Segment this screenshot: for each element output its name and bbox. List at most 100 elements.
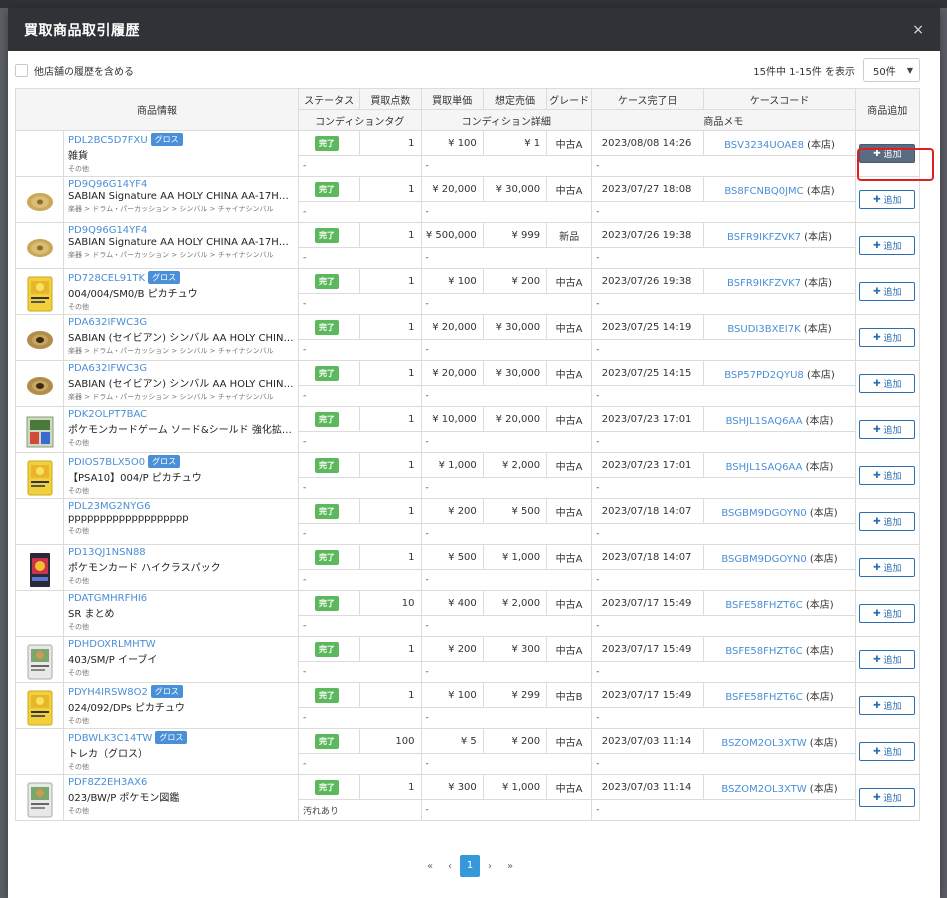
add-button[interactable]: ✚ 追加 bbox=[859, 420, 916, 439]
product-code-link[interactable]: PDBWLK3C14TW bbox=[68, 733, 152, 744]
product-code-link[interactable]: PDATGMHRFHI6 bbox=[68, 593, 147, 604]
add-button[interactable]: ✚ 追加 bbox=[859, 328, 916, 347]
product-code-link[interactable]: PDA632IFWC3G bbox=[68, 363, 147, 374]
status-badge: 完了 bbox=[314, 411, 339, 427]
case-code-link[interactable]: BSFE58FHZT6C bbox=[725, 600, 802, 611]
unit-price-cell: ¥ 200 bbox=[420, 636, 484, 662]
condition-tag-cell: 汚れあり bbox=[297, 799, 422, 821]
product-code-link[interactable]: PD9Q96G14YF4 bbox=[68, 179, 147, 190]
page-first[interactable]: « bbox=[420, 861, 440, 872]
include-other-stores-toggle[interactable]: 他店舗の履歴を含める bbox=[15, 63, 134, 78]
page-last[interactable]: » bbox=[500, 861, 520, 872]
condition-tag-cell: - bbox=[297, 569, 422, 591]
case-code-cell: BSGBM9DGOYN0 (本店) bbox=[703, 498, 856, 524]
product-thumbnail bbox=[15, 176, 64, 223]
case-code-link[interactable]: BSZOM2OL3XTW bbox=[721, 784, 806, 795]
gross-badge: グロス bbox=[155, 731, 188, 744]
product-name: SABIAN (セイビアン) シンバル AA HOLY CHINA 1... bbox=[68, 333, 295, 344]
case-code-link[interactable]: BSV3234UOAE8 bbox=[724, 140, 804, 151]
add-button[interactable]: ✚ 追加 bbox=[859, 788, 916, 807]
product-code-link[interactable]: PDF8Z2EH3AX6 bbox=[68, 777, 147, 788]
add-button[interactable]: ✚ 追加 bbox=[859, 512, 916, 531]
page-current[interactable]: 1 bbox=[460, 855, 480, 877]
case-code-link[interactable]: BSFR9IKFZVK7 bbox=[727, 232, 801, 243]
add-button[interactable]: ✚ 追加 bbox=[859, 604, 916, 623]
case-code-link[interactable]: BSUDI3BXEI7K bbox=[727, 324, 800, 335]
product-code-link[interactable]: PDYH4IRSW8O2 bbox=[68, 687, 148, 698]
case-code-link[interactable]: BSZOM2OL3XTW bbox=[721, 738, 806, 749]
product-code-link[interactable]: PD9Q96G14YF4 bbox=[68, 225, 147, 236]
product-code-link[interactable]: PDL23MG2NYG6 bbox=[68, 501, 150, 512]
table-row: PDHDOXRLMHTW 403/SM/P イーブイ その他 完了 1 ¥ 20… bbox=[15, 636, 921, 683]
plus-icon: ✚ bbox=[873, 562, 884, 573]
product-info: PDYH4IRSW8O2 グロス 024/092/DPs ピカチュウ その他 bbox=[63, 682, 299, 729]
case-done-cell: 2023/07/18 14:07 bbox=[591, 544, 705, 570]
add-button[interactable]: ✚ 追加 bbox=[859, 650, 916, 669]
add-label: 追加 bbox=[883, 518, 902, 528]
product-code-link[interactable]: PDK2OLPT7BAC bbox=[68, 409, 147, 420]
case-done-cell: 2023/07/17 15:49 bbox=[591, 590, 705, 616]
case-code-link[interactable]: BSHJL1SAQ6AA bbox=[726, 416, 803, 427]
per-page-select[interactable]: 50件 ▼ bbox=[863, 58, 920, 82]
include-other-stores-checkbox[interactable] bbox=[15, 63, 28, 77]
case-code-link[interactable]: BS8FCNBQ0JMC bbox=[724, 186, 803, 197]
case-code-link[interactable]: BSFR9IKFZVK7 bbox=[727, 278, 801, 289]
case-code-link[interactable]: BSGBM9DGOYN0 bbox=[721, 554, 806, 565]
add-button[interactable]: ✚ 追加 bbox=[859, 144, 916, 163]
add-button[interactable]: ✚ 追加 bbox=[859, 696, 916, 715]
qty-cell: 1 bbox=[359, 498, 422, 524]
status-cell: 完了 bbox=[297, 774, 361, 800]
case-code-link[interactable]: BSGBM9DGOYN0 bbox=[721, 508, 806, 519]
qty-cell: 1 bbox=[359, 682, 422, 708]
add-button[interactable]: ✚ 追加 bbox=[859, 466, 916, 485]
status-cell: 完了 bbox=[297, 636, 361, 662]
add-button[interactable]: ✚ 追加 bbox=[859, 236, 916, 255]
case-code-cell: BSFR9IKFZVK7 (本店) bbox=[703, 268, 856, 294]
add-button[interactable]: ✚ 追加 bbox=[859, 190, 916, 209]
status-badge: 完了 bbox=[314, 779, 339, 795]
backdrop bbox=[0, 0, 947, 8]
product-code-link[interactable]: PD13QJ1NSN88 bbox=[68, 547, 146, 558]
case-store: (本店) bbox=[801, 277, 832, 289]
product-info: PDA632IFWC3G SABIAN (セイビアン) シンバル AA HOLY… bbox=[63, 314, 299, 361]
memo-cell: - bbox=[591, 707, 856, 729]
add-label: 追加 bbox=[883, 334, 902, 344]
status-cell: 完了 bbox=[297, 498, 361, 524]
product-code-link[interactable]: PD728CEL91TK bbox=[68, 273, 145, 284]
per-page-value: 50件 bbox=[873, 66, 896, 78]
condition-detail-cell: - bbox=[420, 431, 593, 453]
page-prev[interactable]: ‹ bbox=[440, 861, 460, 872]
case-store: (本店) bbox=[803, 185, 835, 197]
page-next[interactable]: › bbox=[480, 861, 500, 872]
product-code-link[interactable]: PDIOS7BLX5O0 bbox=[68, 457, 145, 468]
case-code-link[interactable]: BSFE58FHZT6C bbox=[725, 692, 802, 703]
header-qty: 買取点数 bbox=[359, 88, 422, 110]
product-thumbnail bbox=[15, 590, 64, 637]
table-row: PD13QJ1NSN88 ポケモンカード ハイクラスパック その他 完了 1 ¥… bbox=[15, 544, 921, 591]
close-icon[interactable]: × bbox=[912, 22, 924, 38]
product-code-link[interactable]: PDA632IFWC3G bbox=[68, 317, 147, 328]
condition-tag-cell: - bbox=[297, 477, 422, 499]
add-button[interactable]: ✚ 追加 bbox=[859, 374, 916, 393]
case-code-link[interactable]: BSFE58FHZT6C bbox=[725, 646, 802, 657]
range-text: 15件中 1-15件 を表示 bbox=[753, 66, 855, 78]
condition-detail-cell: - bbox=[420, 707, 593, 729]
product-name: 雑貨 bbox=[68, 151, 88, 162]
add-button[interactable]: ✚ 追加 bbox=[859, 558, 916, 577]
case-code-link[interactable]: BSP57PD2QYU8 bbox=[724, 370, 804, 381]
case-code-cell: BSFE58FHZT6C (本店) bbox=[703, 590, 856, 616]
product-code-link[interactable]: PDHDOXRLMHTW bbox=[68, 639, 156, 650]
product-thumbnail bbox=[15, 314, 64, 361]
qty-cell: 1 bbox=[359, 774, 422, 800]
table-row: PDF8Z2EH3AX6 023/BW/P ポケモン図鑑 その他 完了 1 ¥ … bbox=[15, 774, 921, 821]
add-button[interactable]: ✚ 追加 bbox=[859, 742, 916, 761]
add-button[interactable]: ✚ 追加 bbox=[859, 282, 916, 301]
case-store: (本店) bbox=[803, 369, 835, 381]
product-code-link[interactable]: PDL2BC5D7FXU bbox=[68, 135, 148, 146]
unit-price-cell: ¥ 400 bbox=[420, 590, 484, 616]
qty-cell: 100 bbox=[359, 728, 422, 754]
product-info: PDL23MG2NYG6 ppppppppppppppppppp その他 bbox=[63, 498, 299, 545]
qty-cell: 1 bbox=[359, 406, 422, 432]
case-code-link[interactable]: BSHJL1SAQ6AA bbox=[726, 462, 803, 473]
status-cell: 完了 bbox=[297, 728, 361, 754]
